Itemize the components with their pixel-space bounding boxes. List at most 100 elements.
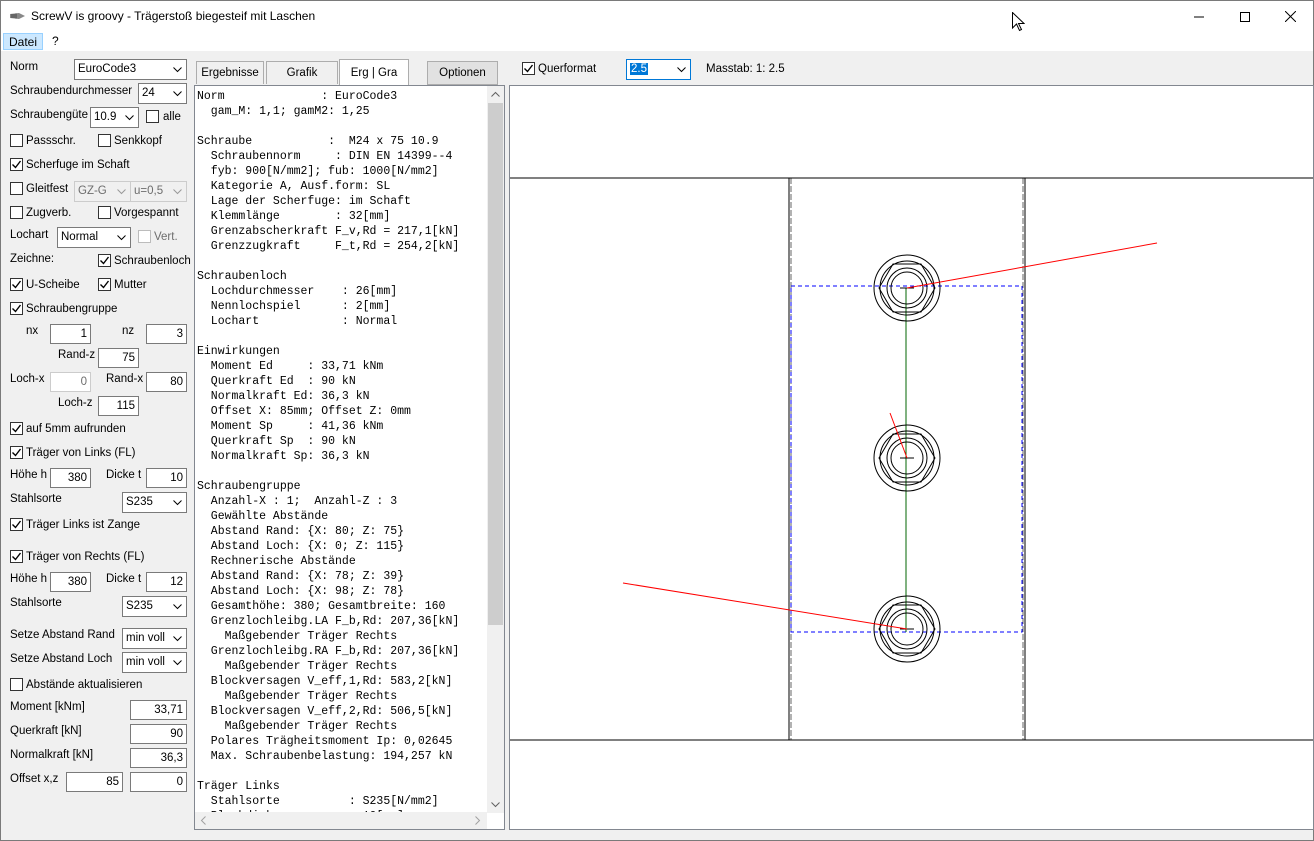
tab-graphic[interactable]: Grafik [266, 61, 338, 84]
chevron-down-icon [173, 660, 182, 666]
slip-mu-select[interactable]: u=0,5 [130, 181, 187, 202]
results-line: Gewählte Abstände [197, 510, 329, 523]
right-thickness-input[interactable]: 12 [146, 572, 187, 592]
left-thickness-input[interactable]: 10 [146, 468, 187, 488]
set-edge-label: Setze Abstand Rand [10, 629, 115, 641]
nz-input[interactable]: 3 [146, 324, 187, 344]
fit-bolt-checkbox[interactable] [10, 134, 23, 147]
scale-select-value: 2.5 [630, 63, 648, 75]
right-steel-value: S235 [126, 600, 153, 612]
set-edge-value: min voll [126, 632, 165, 644]
preloaded-checkbox[interactable] [98, 206, 111, 219]
norm-select[interactable]: EuroCode3 [74, 59, 187, 80]
norm-select-value: EuroCode3 [78, 63, 137, 75]
options-button[interactable]: Optionen [427, 61, 498, 85]
results-line: Rechnerische Abstände [197, 555, 356, 568]
graphic-panel[interactable] [509, 85, 1314, 830]
moment-label: Moment [kNm] [10, 701, 85, 713]
all-label: alle [163, 111, 181, 123]
results-line: Grenzzugkraft F_t,Rd = 254,2[kN] [197, 240, 460, 253]
update-distances-checkbox[interactable] [10, 678, 23, 691]
slip-class-select[interactable]: GZ-G [74, 181, 131, 202]
bolt-group-checkbox[interactable] [10, 302, 23, 315]
results-line: Lochart : Normal [197, 315, 398, 328]
maximize-icon [1240, 11, 1250, 22]
menu-file[interactable]: Datei [3, 33, 44, 50]
results-line: Offset X: 85mm; Offset Z: 0mm [197, 405, 411, 418]
left-steel-label: Stahlsorte [10, 493, 62, 505]
check-icon [100, 256, 110, 265]
update-distances-label: Abstände aktualisieren [26, 679, 143, 691]
chevron-down-icon [173, 636, 182, 642]
washer-checkbox[interactable] [10, 278, 23, 291]
all-checkbox[interactable] [146, 110, 159, 123]
grade-select[interactable]: 10.9 [90, 107, 139, 128]
check-icon [100, 280, 110, 289]
beam-right-checkbox[interactable] [10, 550, 23, 563]
results-line: Max. Schraubenbelastung: 194,257 kN [197, 750, 453, 763]
landscape-checkbox[interactable] [522, 62, 535, 75]
results-line: Kategorie A, Ausf.form: SL [197, 180, 391, 193]
results-line: Maßgebender Träger Rechts [197, 660, 398, 673]
draw-hole-checkbox[interactable] [98, 254, 111, 267]
maximize-button[interactable] [1222, 1, 1268, 32]
moment-input[interactable]: 33,71 [130, 700, 187, 720]
tab-results-graphic[interactable]: Erg | Gra [339, 59, 409, 85]
shear-in-shank-checkbox[interactable] [10, 158, 23, 171]
results-vertical-scrollbar[interactable] [487, 86, 504, 813]
hole-z-input[interactable]: 115 [98, 396, 139, 416]
nx-input[interactable]: 1 [50, 324, 91, 344]
close-button[interactable] [1267, 1, 1313, 32]
minimize-button[interactable] [1176, 1, 1222, 32]
results-line: Schraube : M24 x 75 10.9 [197, 135, 439, 148]
edge-z-input[interactable]: 75 [98, 348, 139, 368]
results-line: Grenzlochleibg.RA F_b,Rd: 207,36[kN] [197, 645, 460, 658]
nut-checkbox[interactable] [98, 278, 111, 291]
right-height-input[interactable]: 380 [50, 572, 91, 592]
chevron-down-icon [173, 91, 182, 97]
connection-drawing [510, 177, 1313, 741]
left-is-tong-checkbox[interactable] [10, 518, 23, 531]
shear-label: Querkraft [kN] [10, 725, 82, 737]
tab-results[interactable]: Ergebnisse [196, 61, 264, 84]
scroll-down-icon [491, 802, 500, 808]
left-height-input[interactable]: 380 [50, 468, 91, 488]
results-line: Einwirkungen [197, 345, 280, 358]
results-scroll-thumb[interactable] [488, 103, 503, 625]
results-line: Moment Ed : 33,71 kNm [197, 360, 384, 373]
set-hole-select[interactable]: min voll [122, 652, 187, 673]
set-edge-select[interactable]: min voll [122, 628, 187, 649]
hole-x-input[interactable]: 0 [50, 372, 91, 392]
tension-label: Zugverb. [26, 207, 72, 219]
chevron-down-icon [677, 67, 686, 73]
countersunk-checkbox[interactable] [98, 134, 111, 147]
diameter-select[interactable]: 24 [138, 83, 187, 104]
edge-x-input[interactable]: 80 [146, 372, 187, 392]
offset-x-input[interactable]: 85 [66, 772, 123, 792]
offset-z-input[interactable]: 0 [130, 772, 187, 792]
vert-checkbox[interactable] [138, 230, 151, 243]
tension-checkbox[interactable] [10, 206, 23, 219]
results-text-panel[interactable]: Norm : EuroCode3 gam_M: 1,1; gamM2: 1,25… [194, 85, 505, 830]
slip-resistant-checkbox[interactable] [10, 182, 23, 195]
normal-force-input[interactable]: 36,3 [130, 748, 187, 768]
right-steel-select[interactable]: S235 [122, 596, 187, 617]
preloaded-label: Vorgespannt [114, 207, 179, 219]
shear-input[interactable]: 90 [130, 724, 187, 744]
hole-type-select[interactable]: Normal [57, 227, 131, 248]
check-icon [12, 424, 22, 433]
shear-in-shank-label: Scherfuge im Schaft [26, 159, 130, 171]
menu-help[interactable]: ? [47, 33, 64, 50]
scale-select[interactable]: 2.5 [626, 59, 691, 80]
left-steel-select[interactable]: S235 [122, 492, 187, 513]
round-5mm-checkbox[interactable] [10, 422, 23, 435]
results-line: Abstand Rand: {X: 80; Z: 75} [197, 525, 405, 538]
results-line: Abstand Rand: {X: 78; Z: 39} [197, 570, 405, 583]
beam-left-checkbox[interactable] [10, 446, 23, 459]
results-line: Abstand Loch: {X: 98; Z: 78} [197, 585, 405, 598]
results-horizontal-scrollbar[interactable] [195, 812, 487, 829]
diameter-label: Schraubendurchmesser [10, 85, 133, 97]
chevron-down-icon [173, 604, 182, 610]
results-line: Grenzabscherkraft F_v,Rd = 217,1[kN] [197, 225, 460, 238]
results-line: Schraubengruppe [197, 480, 301, 493]
